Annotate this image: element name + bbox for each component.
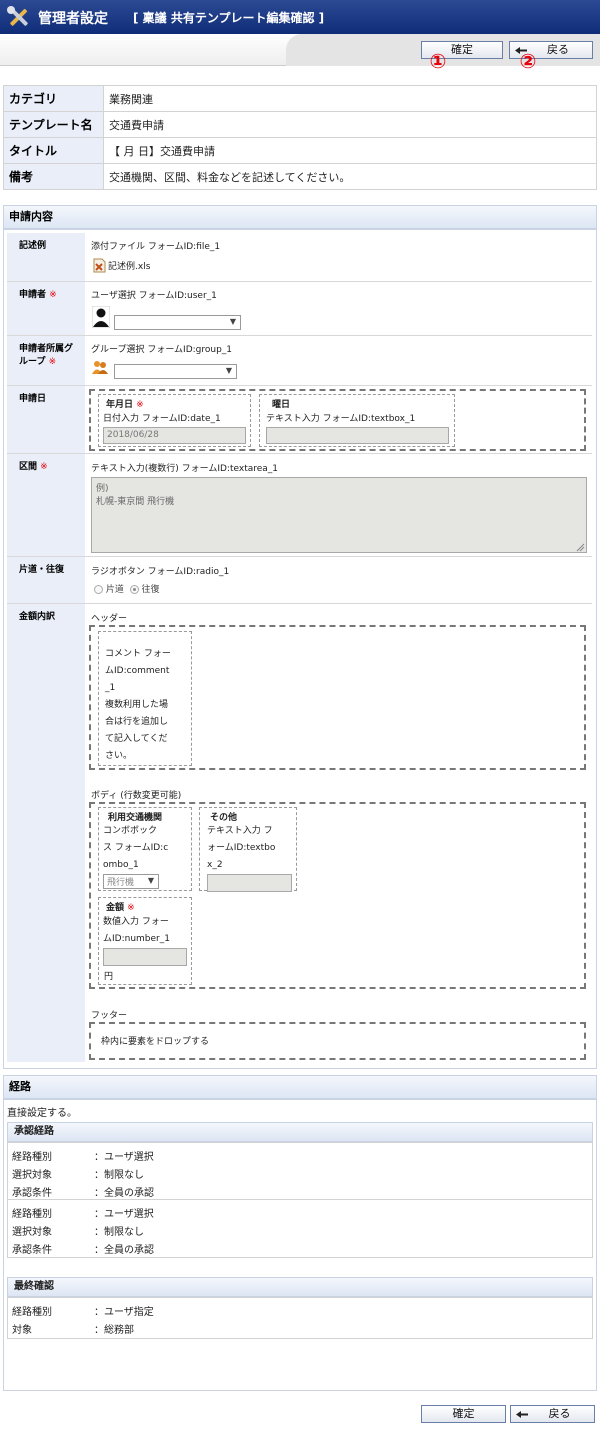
date-label: 申請日 [7, 386, 85, 453]
approval-step: 経路種別 ：ユーザ選択 選択対象 ：制限なし 承認条件 ：全員の承認 [8, 1143, 592, 1200]
field-row-date: 申請日 年月日 ※ 日付入力 フォームID:date_1 2018/06/28 … [7, 385, 592, 453]
radio-roundtrip[interactable] [129, 585, 139, 594]
field-row-trip: 片道・往復 ラジオボタン フォームID:radio_1 片道 往復 [7, 556, 592, 603]
page-subtitle: [ 稟議 共有テンプレート編集確認 ] [133, 11, 325, 25]
note-label: 備考 [3, 163, 104, 190]
radio-oneway-label: 片道 [105, 585, 124, 595]
ym-desc: 日付入力 フォームID:date_1 [103, 414, 221, 424]
group-desc: グループ選択 フォームID:group_1 [91, 345, 233, 355]
confirm-label: 確定 [451, 43, 473, 56]
section-textarea[interactable]: 例) 札幌-東京間 飛行機 [91, 477, 587, 553]
group-label-line2: ループ [19, 357, 46, 367]
final-check-header: 最終確認 [7, 1277, 593, 1297]
transport-select[interactable]: 飛行機 ▼ [103, 874, 159, 889]
date-input[interactable]: 2018/06/28 [103, 427, 246, 444]
required-mark: ※ [127, 903, 135, 913]
required-mark: ※ [49, 290, 57, 300]
tools-icon [7, 6, 28, 26]
field-row-sample: 記述例 添付ファイル フォームID:file_1 記述例.xls [7, 233, 592, 281]
template-name-label: テンプレート名 [3, 111, 104, 138]
textarea-line-1: 例) [96, 484, 109, 494]
required-mark: ※ [40, 462, 48, 472]
approval-route-header: 承認経路 [7, 1122, 593, 1142]
dow-desc: テキスト入力 フォームID:textbox_1 [266, 414, 416, 424]
form-section-header: 申請内容 [3, 205, 597, 229]
dow-label: 曜日 [272, 400, 291, 410]
group-select[interactable]: ▼ [114, 364, 237, 379]
field-row-amount: 金額内訳 ヘッダー コメント フォー ムID:comment _1 複数利用した… [7, 603, 592, 1062]
title-label: タイトル [3, 137, 104, 164]
chevron-down-icon: ▼ [229, 317, 236, 326]
user-icon [92, 306, 110, 328]
back-button-bottom[interactable]: 戻る [510, 1405, 595, 1423]
trip-label: 片道・往復 [7, 557, 85, 603]
category-label: カテゴリ [3, 85, 104, 112]
radio-oneway[interactable] [94, 585, 103, 594]
header-area-label: ヘッダー [91, 614, 128, 624]
field-row-section: 区間 ※ テキスト入力(複数行) フォームID:textarea_1 例) 札幌… [7, 453, 592, 556]
group-label-line1: 申請者所属グ [19, 344, 74, 354]
money-input[interactable] [103, 948, 187, 966]
info-row-template: テンプレート名 交通費申請 [3, 111, 597, 138]
sample-label: 記述例 [7, 233, 85, 281]
user-select[interactable]: ▼ [114, 315, 241, 330]
field-row-group: 申請者所属グ ループ ※ グループ選択 フォームID:group_1 ▼ [7, 335, 592, 385]
textarea-line-2: 札幌-東京間 飛行機 [96, 497, 175, 507]
required-mark: ※ [48, 357, 57, 367]
info-row-title: タイトル 【 月 日】交通費申請 [3, 137, 597, 164]
money-label: 金額 [106, 903, 125, 913]
confirm-button-bottom[interactable]: 確定 [421, 1405, 506, 1423]
trip-desc: ラジオボタン フォームID:radio_1 [91, 567, 230, 577]
route-section-header: 経路 [3, 1075, 597, 1099]
money-unit: 円 [104, 972, 114, 982]
required-mark: ※ [136, 400, 144, 410]
field-row-applicant: 申請者 ※ ユーザ選択 フォームID:user_1 ▼ [7, 281, 592, 335]
info-row-category: カテゴリ 業務関連 [3, 85, 597, 112]
marker-2: ② [519, 49, 537, 73]
comment-text: コメント フォー ムID:comment _1 複数利用した場 合は行を追加し … [105, 649, 171, 761]
marker-1: ① [429, 49, 447, 73]
section-label: 区間 [19, 462, 38, 472]
group-icon [92, 361, 108, 374]
resize-handle-icon[interactable] [575, 542, 585, 552]
chevron-down-icon: ▼ [225, 366, 232, 375]
section-desc: テキスト入力(複数行) フォームID:textarea_1 [91, 464, 279, 474]
info-row-note: 備考 交通機関、区間、料金などを記述してください。 [3, 163, 597, 190]
excel-file-icon [93, 258, 106, 273]
dow-input[interactable] [266, 427, 449, 444]
amount-label: 金額内訳 [7, 604, 85, 1062]
applicant-desc: ユーザ選択 フォームID:user_1 [91, 291, 217, 301]
other-input[interactable] [207, 874, 292, 892]
back-label: 戻る [548, 1407, 571, 1420]
approval-step: 経路種別 ：ユーザ選択 選択対象 ：制限なし 承認条件 ：全員の承認 [12, 1209, 154, 1256]
back-arrow-icon [516, 1411, 528, 1418]
chevron-down-icon: ▼ [147, 876, 154, 885]
ym-label: 年月日 [106, 400, 134, 410]
applicant-label: 申請者 [19, 290, 47, 300]
title-value: 【 月 日】交通費申請 [103, 137, 597, 164]
category-value: 業務関連 [103, 85, 597, 112]
sample-desc: 添付ファイル フォームID:file_1 [91, 242, 221, 252]
sample-file-link[interactable]: 記述例.xls [108, 259, 150, 272]
final-check-list: 経路種別 ：ユーザ指定 対象 ：総務部 [7, 1297, 593, 1339]
title-bar: 管理者設定 [ 稟議 共有テンプレート編集確認 ] [0, 0, 600, 34]
note-value: 交通機関、区間、料金などを記述してください。 [103, 163, 597, 190]
route-direct-text: 直接設定する。 [7, 1108, 77, 1119]
confirm-label: 確定 [452, 1407, 475, 1420]
approval-route-list: 経路種別 ：ユーザ選択 選択対象 ：制限なし 承認条件 ：全員の承認 経路種別 … [7, 1142, 593, 1258]
body-area-label: ボディ (行数変更可能) [91, 791, 182, 801]
drop-hint: 枠内に要素をドロップする [101, 1037, 210, 1047]
page-title: 管理者設定 [38, 11, 108, 27]
other-label: その他 [210, 813, 238, 823]
template-name-value: 交通費申請 [103, 111, 597, 138]
footer-area-label: フッター [91, 1011, 128, 1021]
radio-roundtrip-label: 往復 [141, 585, 160, 595]
transport-label: 利用交通機関 [108, 813, 163, 823]
template-info-table: カテゴリ 業務関連 テンプレート名 交通費申請 タイトル 【 月 日】交通費申請… [3, 85, 597, 190]
